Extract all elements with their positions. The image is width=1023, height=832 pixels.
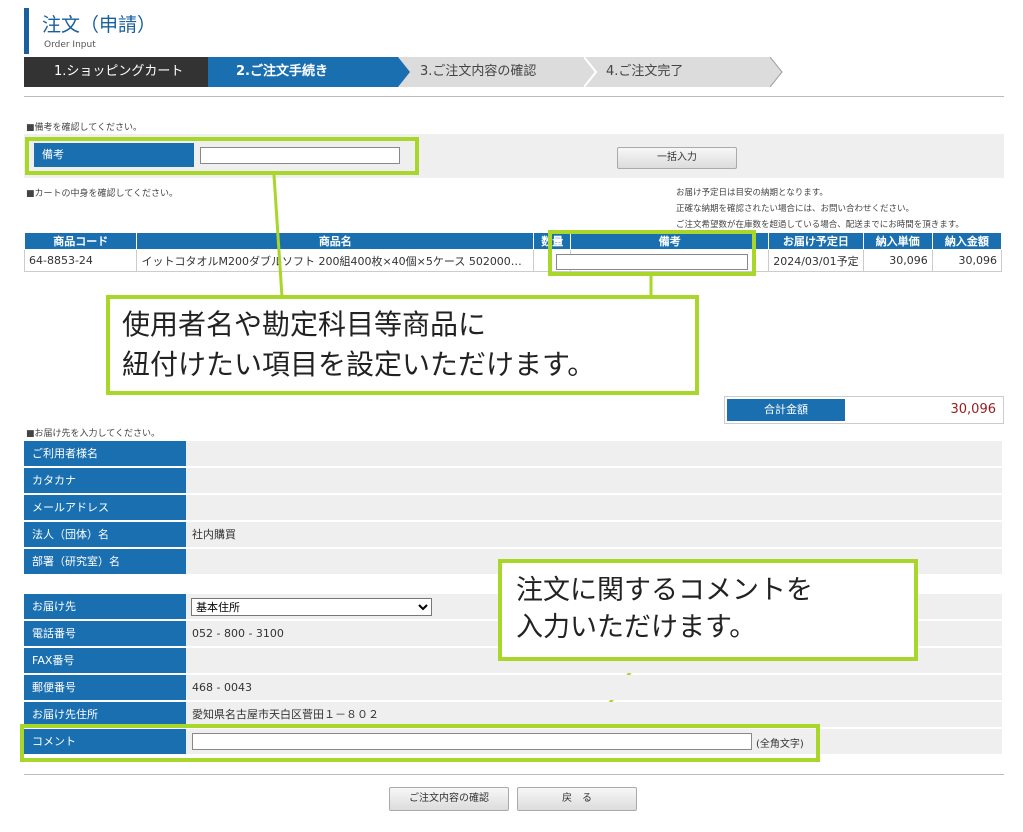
label-postal-code: 郵便番号 bbox=[24, 675, 186, 700]
total-value: 30,096 bbox=[950, 402, 997, 417]
callout-comment-line2: 入力いただけます。 bbox=[516, 612, 757, 643]
label-department: 部署（研究室）名 bbox=[24, 549, 186, 574]
label-company: 法人（団体）名 bbox=[24, 522, 186, 547]
label-fax: FAX番号 bbox=[24, 648, 186, 673]
callout-comment: 注文に関するコメントを 入力いただけます。 bbox=[498, 559, 918, 661]
label-user-name: ご利用者様名 bbox=[24, 441, 186, 466]
confirm-order-button[interactable]: ご注文内容の確認 bbox=[389, 787, 509, 811]
back-button[interactable]: 戻 る bbox=[517, 787, 637, 811]
destination-select[interactable]: 基本住所 bbox=[191, 598, 432, 616]
label-destination: お届け先 bbox=[24, 594, 186, 619]
highlight-comment bbox=[20, 724, 820, 762]
callout-item-fields-line2: 紐付けたい項目を設定いただけます。 bbox=[122, 348, 596, 381]
value-company: 社内購買 bbox=[192, 528, 236, 541]
total-label: 合計金額 bbox=[727, 399, 845, 421]
callout-item-fields: 使用者名や勘定科目等商品に 紐付けたい項目を設定いただけます。 bbox=[106, 295, 699, 395]
callout-comment-line1: 注文に関するコメントを bbox=[516, 575, 813, 606]
value-phone: 052 - 800 - 3100 bbox=[192, 627, 284, 640]
bottom-divider bbox=[24, 774, 1004, 775]
value-postal-code: 468 - 0043 bbox=[192, 681, 252, 694]
label-katakana: カタカナ bbox=[24, 468, 186, 493]
callout-item-fields-line1: 使用者名や勘定科目等商品に bbox=[122, 308, 487, 341]
label-phone: 電話番号 bbox=[24, 621, 186, 646]
label-email: メールアドレス bbox=[24, 495, 186, 520]
delivery-notice: ■お届け先を入力してください。 bbox=[26, 429, 160, 439]
